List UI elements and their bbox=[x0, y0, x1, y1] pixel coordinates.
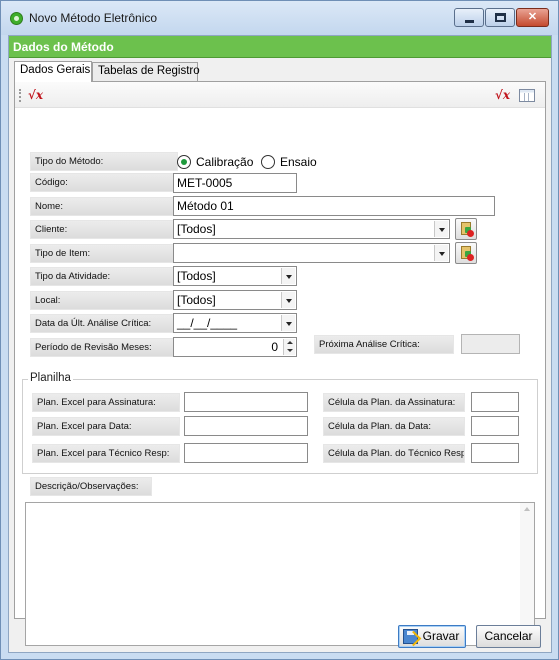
tipo-item-lookup-button[interactable] bbox=[455, 242, 477, 264]
radio-calibracao-label[interactable]: Calibração bbox=[196, 155, 253, 169]
spin-arrows-icon[interactable] bbox=[283, 339, 295, 355]
radio-calibracao[interactable] bbox=[177, 155, 191, 169]
celula-assinatura-input[interactable] bbox=[471, 392, 519, 412]
close-button[interactable]: ✕ bbox=[516, 8, 549, 27]
celula-data-label: Célula da Plan. da Data: bbox=[323, 417, 465, 436]
maximize-icon bbox=[495, 13, 506, 22]
celula-assinatura-label: Célula da Plan. da Assinatura: bbox=[323, 393, 465, 412]
tipo-item-label: Tipo de Item: bbox=[30, 244, 178, 263]
planilha-title: Planilha bbox=[28, 372, 73, 384]
cliente-value: [Todos] bbox=[177, 222, 216, 236]
tipo-atividade-value: [Todos] bbox=[177, 269, 216, 283]
close-icon: ✕ bbox=[527, 11, 538, 23]
cliente-select[interactable]: [Todos] bbox=[173, 219, 450, 239]
cancelar-button[interactable]: Cancelar bbox=[476, 625, 541, 648]
tab-dados-gerais[interactable]: Dados Gerais bbox=[14, 61, 92, 82]
cliente-label: Cliente: bbox=[30, 220, 178, 239]
app-icon bbox=[10, 12, 23, 25]
cliente-lookup-button[interactable] bbox=[455, 218, 477, 240]
memo-scrollbar[interactable] bbox=[520, 503, 534, 645]
data-analise-value: __/__/____ bbox=[177, 316, 238, 330]
local-label: Local: bbox=[30, 291, 178, 310]
nome-label: Nome: bbox=[30, 197, 178, 216]
minimize-button[interactable] bbox=[454, 8, 484, 27]
chevron-down-icon[interactable] bbox=[281, 268, 295, 284]
celula-tecnico-input[interactable] bbox=[471, 443, 519, 463]
local-select[interactable]: [Todos] bbox=[173, 290, 297, 310]
local-value: [Todos] bbox=[177, 293, 216, 307]
plan-data-input[interactable] bbox=[184, 416, 308, 436]
dialog-client: Dados do Método Dados Gerais Tabelas de … bbox=[8, 35, 552, 653]
chevron-down-icon[interactable] bbox=[434, 245, 448, 261]
toolbar-grip[interactable] bbox=[19, 89, 21, 102]
celula-data-input[interactable] bbox=[471, 416, 519, 436]
calendar-dropdown-icon[interactable] bbox=[281, 315, 295, 331]
section-title: Dados do Método bbox=[13, 40, 114, 54]
plan-assinatura-label: Plan. Excel para Assinatura: bbox=[32, 393, 180, 412]
title-bar[interactable]: Novo Método Eletrônico ✕ bbox=[1, 1, 558, 35]
lookup-badge-icon bbox=[467, 254, 474, 261]
radio-ensaio[interactable] bbox=[261, 155, 275, 169]
radio-ensaio-label[interactable]: Ensaio bbox=[280, 155, 317, 169]
periodo-revisao-label: Período de Revisão Meses: bbox=[30, 338, 178, 357]
periodo-revisao-value: 0 bbox=[271, 340, 278, 354]
plan-assinatura-input[interactable] bbox=[184, 392, 308, 412]
toolbar: √x √x bbox=[15, 82, 545, 108]
tab-tabelas-de-registro[interactable]: Tabelas de Registro bbox=[92, 62, 200, 81]
tipo-atividade-select[interactable]: [Todos] bbox=[173, 266, 297, 286]
tipo-item-select[interactable] bbox=[173, 243, 450, 263]
grid-icon[interactable] bbox=[519, 89, 535, 102]
codigo-input[interactable]: MET-0005 bbox=[173, 173, 297, 193]
plan-tecnico-label: Plan. Excel para Técnico Resp: bbox=[32, 444, 180, 463]
minimize-icon bbox=[465, 20, 474, 23]
formula-icon[interactable]: √x bbox=[495, 87, 511, 103]
save-icon bbox=[403, 629, 418, 644]
data-analise-label: Data da Últ. Análise Crítica: bbox=[30, 314, 178, 333]
tab-panel-dados-gerais: √x √x Tipo do Método: Calibração Ensaio … bbox=[14, 81, 546, 646]
descricao-label: Descrição/Observações: bbox=[30, 477, 152, 496]
lookup-badge-icon bbox=[467, 230, 474, 237]
celula-tecnico-label: Célula da Plan. do Técnico Resp: bbox=[323, 444, 465, 463]
proxima-analise-label: Próxima Análise Crítica: bbox=[314, 335, 454, 354]
section-header: Dados do Método bbox=[9, 36, 551, 58]
chevron-down-icon[interactable] bbox=[281, 292, 295, 308]
window-title: Novo Método Eletrônico bbox=[29, 11, 158, 25]
maximize-button[interactable] bbox=[485, 8, 515, 27]
nome-input[interactable]: Método 01 bbox=[173, 196, 495, 216]
proxima-analise-field bbox=[461, 334, 520, 354]
formula-icon[interactable]: √x bbox=[28, 87, 44, 103]
periodo-revisao-stepper[interactable]: 0 bbox=[173, 337, 297, 357]
planilha-group: Planilha Plan. Excel para Assinatura: Pl… bbox=[22, 372, 538, 474]
tipo-atividade-label: Tipo da Atividade: bbox=[30, 267, 178, 286]
dialog-window: Novo Método Eletrônico ✕ Dados do Método… bbox=[0, 0, 559, 660]
gravar-button[interactable]: Gravar bbox=[398, 625, 466, 648]
plan-tecnico-input[interactable] bbox=[184, 443, 308, 463]
tipo-metodo-label: Tipo do Método: bbox=[30, 152, 178, 171]
codigo-label: Código: bbox=[30, 173, 178, 192]
data-analise-input[interactable]: __/__/____ bbox=[173, 313, 297, 333]
plan-data-label: Plan. Excel para Data: bbox=[32, 417, 180, 436]
chevron-down-icon[interactable] bbox=[434, 221, 448, 237]
